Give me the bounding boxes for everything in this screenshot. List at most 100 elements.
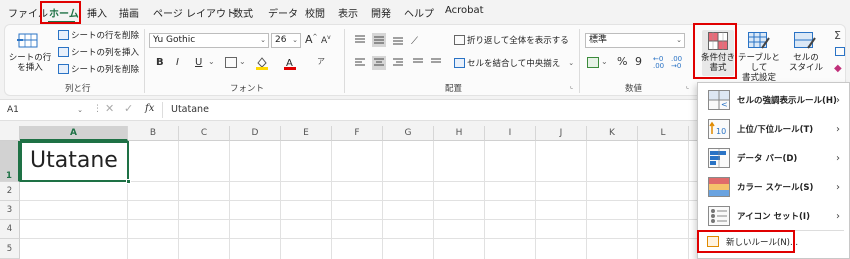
function-icon[interactable]: fx xyxy=(145,103,154,114)
font-size-combo[interactable]: 26 ⌄ xyxy=(271,33,301,48)
fill-color-icon[interactable] xyxy=(256,56,268,70)
shrink-font-button[interactable]: Av xyxy=(321,34,331,46)
column-header[interactable]: H xyxy=(434,126,485,141)
fill-handle[interactable] xyxy=(126,179,131,184)
column-header[interactable]: D xyxy=(230,126,281,141)
vertical-align-icons[interactable]: ⟋ xyxy=(353,33,447,47)
column-header[interactable]: E xyxy=(281,126,332,141)
menu-data[interactable]: データ xyxy=(268,5,298,20)
chevron-down-icon: ⌄ xyxy=(77,106,83,114)
cell-styles-button[interactable]: セルの スタイル xyxy=(786,53,826,73)
separator xyxy=(144,29,145,93)
autosum-icon[interactable]: Σ xyxy=(834,29,841,42)
underline-dropdown-icon[interactable]: ⌄ xyxy=(208,57,215,66)
chevron-right-icon: › xyxy=(836,152,840,164)
merge-icon xyxy=(454,58,465,68)
menu-item-color-scales[interactable]: カラー スケール(S) › xyxy=(698,173,850,201)
number-format-combo[interactable]: 標準 ⌄ xyxy=(585,33,685,48)
alignment-group-label: 配置 xyxy=(445,84,463,94)
row-header[interactable]: 3 xyxy=(0,201,20,220)
font-name-combo[interactable]: Yu Gothic ⌄ xyxy=(149,33,269,48)
row-header[interactable]: 5 xyxy=(0,239,20,259)
menu-view[interactable]: 表示 xyxy=(338,5,358,20)
cell-styles-icon xyxy=(794,32,816,50)
menu-formulas[interactable]: 数式 xyxy=(233,5,253,20)
column-header[interactable]: I xyxy=(485,126,536,141)
insert-row-button[interactable]: シートの行 を挿入 xyxy=(7,53,53,73)
table-format-icon xyxy=(748,32,770,50)
column-header[interactable]: L xyxy=(638,126,689,141)
bold-button[interactable]: B xyxy=(156,57,164,68)
wrap-text-button[interactable]: 折り返して全体を表示する xyxy=(454,34,569,46)
color-scale-icon xyxy=(708,177,730,197)
menu-item-icon-sets[interactable]: アイコン セット(I) › xyxy=(698,202,850,230)
cancel-icon[interactable]: ✕ xyxy=(105,102,114,115)
formula-input[interactable]: Utatane xyxy=(171,104,209,115)
row-header[interactable]: 1 xyxy=(0,141,20,182)
column-header[interactable]: C xyxy=(179,126,230,141)
select-all-button[interactable] xyxy=(0,126,20,141)
increase-decimal-icon[interactable]: ←0.00 xyxy=(653,56,664,70)
enter-icon[interactable]: ✓ xyxy=(124,102,133,115)
accounting-icon[interactable] xyxy=(587,57,599,68)
italic-button[interactable]: I xyxy=(176,57,179,68)
delete-row-button[interactable]: シートの行を削除 xyxy=(58,29,139,41)
insert-row-icon xyxy=(17,31,41,51)
cell-a1[interactable]: Utatane xyxy=(20,141,129,182)
horizontal-align-icons[interactable] xyxy=(353,56,447,70)
chevron-down-icon: ⌄ xyxy=(568,59,575,67)
underline-button[interactable]: U xyxy=(195,57,202,68)
home-tab-highlight xyxy=(40,1,81,24)
menu-item-top-bottom[interactable]: 10 上位/下位ルール(T) › xyxy=(698,115,850,143)
comma-button[interactable]: 9 xyxy=(635,55,642,68)
dialog-launcher-icon[interactable]: ⌞ xyxy=(570,82,573,90)
svg-text:⟋: ⟋ xyxy=(411,36,418,47)
eraser-icon[interactable]: ◆ xyxy=(834,63,842,74)
insert-column-button[interactable]: シートの列を挿入 xyxy=(58,46,139,58)
decrease-decimal-icon[interactable]: .00 →0 xyxy=(671,56,682,70)
column-header[interactable]: F xyxy=(332,126,383,141)
gridline xyxy=(535,141,536,259)
chevron-right-icon: › xyxy=(836,94,840,106)
chevron-right-icon: › xyxy=(836,210,840,222)
icon-set-icon xyxy=(708,206,730,226)
conditional-format-highlight xyxy=(693,23,737,79)
percent-button[interactable]: % xyxy=(617,55,627,68)
menu-page-layout[interactable]: ページ レイアウト xyxy=(153,5,236,20)
svg-text:<: < xyxy=(721,100,728,109)
row-header[interactable]: 4 xyxy=(0,220,20,239)
border-dropdown-icon[interactable]: ⌄ xyxy=(239,57,246,66)
highlight-rules-icon: < xyxy=(708,90,730,110)
dialog-launcher-icon[interactable]: ⌞ xyxy=(686,82,689,90)
gridline xyxy=(484,141,485,259)
menu-acrobat[interactable]: Acrobat xyxy=(445,5,484,16)
menu-insert[interactable]: 挿入 xyxy=(87,5,107,20)
chevron-down-icon: ⌄ xyxy=(292,36,298,44)
accounting-dropdown-icon[interactable]: ⌄ xyxy=(601,57,608,66)
merge-center-button[interactable]: セルを結合して中央揃え ⌄ xyxy=(454,57,574,69)
font-color-icon[interactable]: A xyxy=(284,56,296,70)
grow-font-button[interactable]: A^ xyxy=(305,33,318,46)
menu-draw[interactable]: 描画 xyxy=(119,5,139,20)
delete-column-button[interactable]: シートの列を削除 xyxy=(58,63,139,75)
menu-developer[interactable]: 開発 xyxy=(371,5,391,20)
data-bar-icon xyxy=(708,148,730,168)
menu-item-data-bars[interactable]: データ バー(D) › xyxy=(698,144,850,172)
table-format-button[interactable]: テーブルとして 書式設定 xyxy=(736,53,782,83)
column-header[interactable]: G xyxy=(383,126,434,141)
column-header[interactable]: A xyxy=(20,126,128,141)
separator xyxy=(162,102,163,118)
chevron-down-icon: ⌄ xyxy=(260,36,266,44)
gridline xyxy=(433,141,434,259)
menu-review[interactable]: 校閲 xyxy=(305,5,325,20)
name-box[interactable]: A1 ⌄ xyxy=(3,103,87,118)
column-header[interactable]: K xyxy=(587,126,638,141)
menu-item-highlight-rules[interactable]: < セルの強調表示ルール(H) › xyxy=(698,86,850,114)
row-header[interactable]: 2 xyxy=(0,182,20,201)
menu-help[interactable]: ヘルプ xyxy=(404,5,434,20)
column-header[interactable]: B xyxy=(128,126,179,141)
phonetic-icon[interactable]: ア xyxy=(317,56,325,67)
fill-icon[interactable] xyxy=(835,47,845,56)
column-header[interactable]: J xyxy=(536,126,587,141)
border-icon[interactable] xyxy=(225,57,237,68)
